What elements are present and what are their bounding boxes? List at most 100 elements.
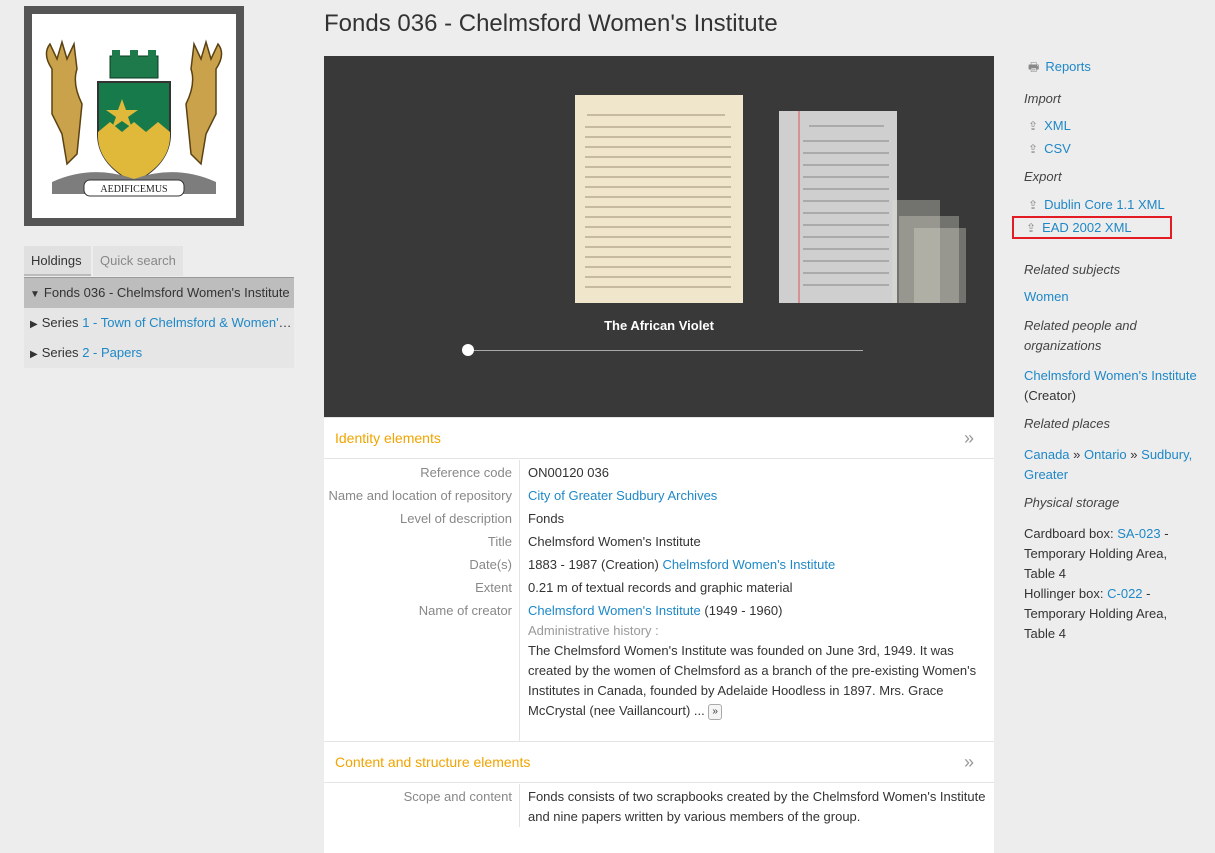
identity-section-header[interactable]: Identity elements »: [324, 417, 994, 459]
carousel-slider-track[interactable]: [468, 350, 863, 351]
import-xml-link[interactable]: ⇪ XML: [1028, 118, 1199, 133]
field-label: Name and location of repository: [328, 488, 512, 503]
physical-storage-heading: Physical storage: [1024, 495, 1120, 510]
storage-label: Cardboard box:: [1024, 526, 1114, 541]
context-menu-sidebar: 🖶 Reports Import ⇪ XML ⇪ CSV Export ⇪ Dublin…: [1012, 58, 1199, 644]
tree-item-fonds[interactable]: ▼ Fonds 036 - Chelmsford Women's Institut…: [24, 278, 294, 308]
field-creator: Name of creator Chelmsford Women's Insti…: [324, 598, 994, 741]
import-xml-label: XML: [1044, 118, 1071, 133]
carousel-image-african-violet[interactable]: [575, 95, 743, 303]
tab-holdings[interactable]: Holdings: [24, 246, 91, 276]
field-label: Date(s): [469, 557, 512, 572]
reports-link[interactable]: 🖶 Reports: [1028, 58, 1199, 79]
storage-item: Hollinger box: C-022 - Temporary Holding…: [1024, 584, 1199, 644]
holdings-tree: ▼ Fonds 036 - Chelmsford Women's Institut…: [24, 277, 294, 368]
place-separator: »: [1130, 447, 1138, 462]
related-subjects-heading: Related subjects: [1024, 262, 1121, 277]
field-value: Fonds consists of two scrapbooks created…: [519, 784, 994, 827]
admin-history-label: Administrative history :: [528, 623, 659, 638]
storage-label: Hollinger box:: [1024, 586, 1104, 601]
double-chevron-icon[interactable]: »: [964, 742, 974, 782]
export-ead-label: EAD 2002 XML: [1042, 220, 1132, 235]
field-label: Reference code: [420, 465, 512, 480]
export-dc-label: Dublin Core 1.1 XML: [1044, 197, 1165, 212]
subject-women-link[interactable]: Women: [1024, 289, 1199, 304]
upload-icon: ⇪: [1028, 142, 1039, 156]
related-places-heading: Related places: [1024, 416, 1110, 431]
triangle-down-icon[interactable]: ▼: [30, 289, 40, 300]
carousel-image-letter[interactable]: [779, 111, 897, 303]
field-value: ON00120 036: [519, 460, 994, 483]
tree-item-title[interactable]: 036 - Chelmsford Women's Institute: [84, 285, 290, 300]
dates-creator-link[interactable]: Chelmsford Women's Institute: [662, 557, 835, 572]
field-extent: Extent 0.21 m of textual records and gra…: [324, 575, 994, 598]
export-ead-link[interactable]: ⇪ EAD 2002 XML: [1012, 216, 1172, 239]
triangle-right-icon[interactable]: ▶: [30, 319, 38, 330]
storage-link[interactable]: C-022: [1107, 586, 1142, 601]
upload-icon: ⇪: [1028, 198, 1039, 212]
tree-item-level: Series: [41, 315, 79, 330]
tab-quick-search[interactable]: Quick search: [93, 246, 183, 276]
field-dates: Date(s) 1883 - 1987 (Creation) Chelmsfor…: [324, 552, 994, 575]
tree-item-series-1[interactable]: ▶ Series 1 - Town of Chelmsford & Women's…: [24, 308, 294, 338]
storage-link[interactable]: SA-023: [1117, 526, 1160, 541]
field-value: Chelmsford Women's Institute: [519, 529, 994, 552]
coat-of-arms-image: AEDIFICEMUS: [32, 14, 236, 218]
related-people-heading: Related people and organizations: [1024, 318, 1137, 353]
triangle-right-icon[interactable]: ▶: [30, 349, 38, 360]
double-chevron-icon[interactable]: »: [964, 418, 974, 458]
section-title: Content and structure elements: [335, 754, 531, 770]
field-level: Level of description Fonds: [324, 506, 994, 529]
carousel-image-stack[interactable]: [914, 228, 966, 303]
tree-item-title[interactable]: 2 - Papers: [82, 345, 142, 360]
read-more-button[interactable]: »: [708, 703, 722, 720]
printer-icon: 🖶: [1028, 60, 1040, 74]
field-value: Fonds: [519, 506, 994, 529]
reports-label: Reports: [1045, 59, 1091, 74]
logo[interactable]: AEDIFICEMUS: [24, 6, 244, 226]
motto-text: AEDIFICEMUS: [100, 184, 167, 195]
content-section-header[interactable]: Content and structure elements »: [324, 741, 994, 783]
field-title: Title Chelmsford Women's Institute: [324, 529, 994, 552]
field-label: Extent: [475, 580, 512, 595]
field-repository: Name and location of repository City of …: [324, 483, 994, 506]
import-csv-label: CSV: [1044, 141, 1071, 156]
field-reference-code: Reference code ON00120 036: [324, 460, 994, 483]
related-person: Chelmsford Women's Institute (Creator): [1024, 366, 1199, 406]
upload-icon: ⇪: [1026, 221, 1037, 235]
sidebar-tabs: Holdings Quick search: [24, 246, 294, 276]
person-role: (Creator): [1024, 388, 1077, 403]
tree-item-level: Series: [41, 345, 79, 360]
creator-link[interactable]: Chelmsford Women's Institute: [528, 603, 701, 618]
export-dublin-core-link[interactable]: ⇪ Dublin Core 1.1 XML: [1028, 197, 1199, 212]
creator-years: (1949 - 1960): [704, 603, 783, 618]
upload-icon: ⇪: [1028, 119, 1039, 133]
carousel-slider-handle[interactable]: [462, 344, 474, 356]
image-carousel: The African Violet: [324, 56, 994, 417]
place-canada-link[interactable]: Canada: [1024, 447, 1070, 462]
tree-item-series-2[interactable]: ▶ Series 2 - Papers: [24, 338, 294, 368]
field-label: Level of description: [399, 511, 512, 526]
tree-item-level: Fonds: [43, 285, 81, 300]
tree-item-title[interactable]: 1 - Town of Chelmsford & Women's Institu…: [82, 315, 294, 330]
import-heading: Import: [1024, 91, 1061, 106]
description-sections: Identity elements » Reference code ON001…: [324, 417, 994, 853]
field-label: Title: [487, 534, 512, 549]
repository-link[interactable]: City of Greater Sudbury Archives: [528, 488, 717, 503]
dates-text: 1883 - 1987 (Creation): [528, 557, 659, 572]
place-separator: »: [1073, 447, 1081, 462]
admin-history-text: The Chelmsford Women's Institute was fou…: [528, 643, 977, 718]
page-title: Fonds 036 - Chelmsford Women's Institute: [324, 10, 778, 37]
place-ontario-link[interactable]: Ontario: [1084, 447, 1127, 462]
related-places: Canada » Ontario » Sudbury, Greater: [1024, 445, 1199, 485]
storage-item: Cardboard box: SA-023 - Temporary Holdin…: [1024, 524, 1199, 584]
field-scope-content: Scope and content Fonds consists of two …: [324, 783, 994, 827]
field-label: Scope and content: [403, 789, 512, 804]
carousel-caption: The African Violet: [604, 318, 714, 333]
import-csv-link[interactable]: ⇪ CSV: [1028, 141, 1199, 156]
field-value: 0.21 m of textual records and graphic ma…: [519, 575, 994, 598]
section-title: Identity elements: [335, 430, 441, 446]
field-label: Name of creator: [418, 603, 512, 618]
export-heading: Export: [1024, 169, 1062, 184]
person-link[interactable]: Chelmsford Women's Institute: [1024, 368, 1197, 383]
